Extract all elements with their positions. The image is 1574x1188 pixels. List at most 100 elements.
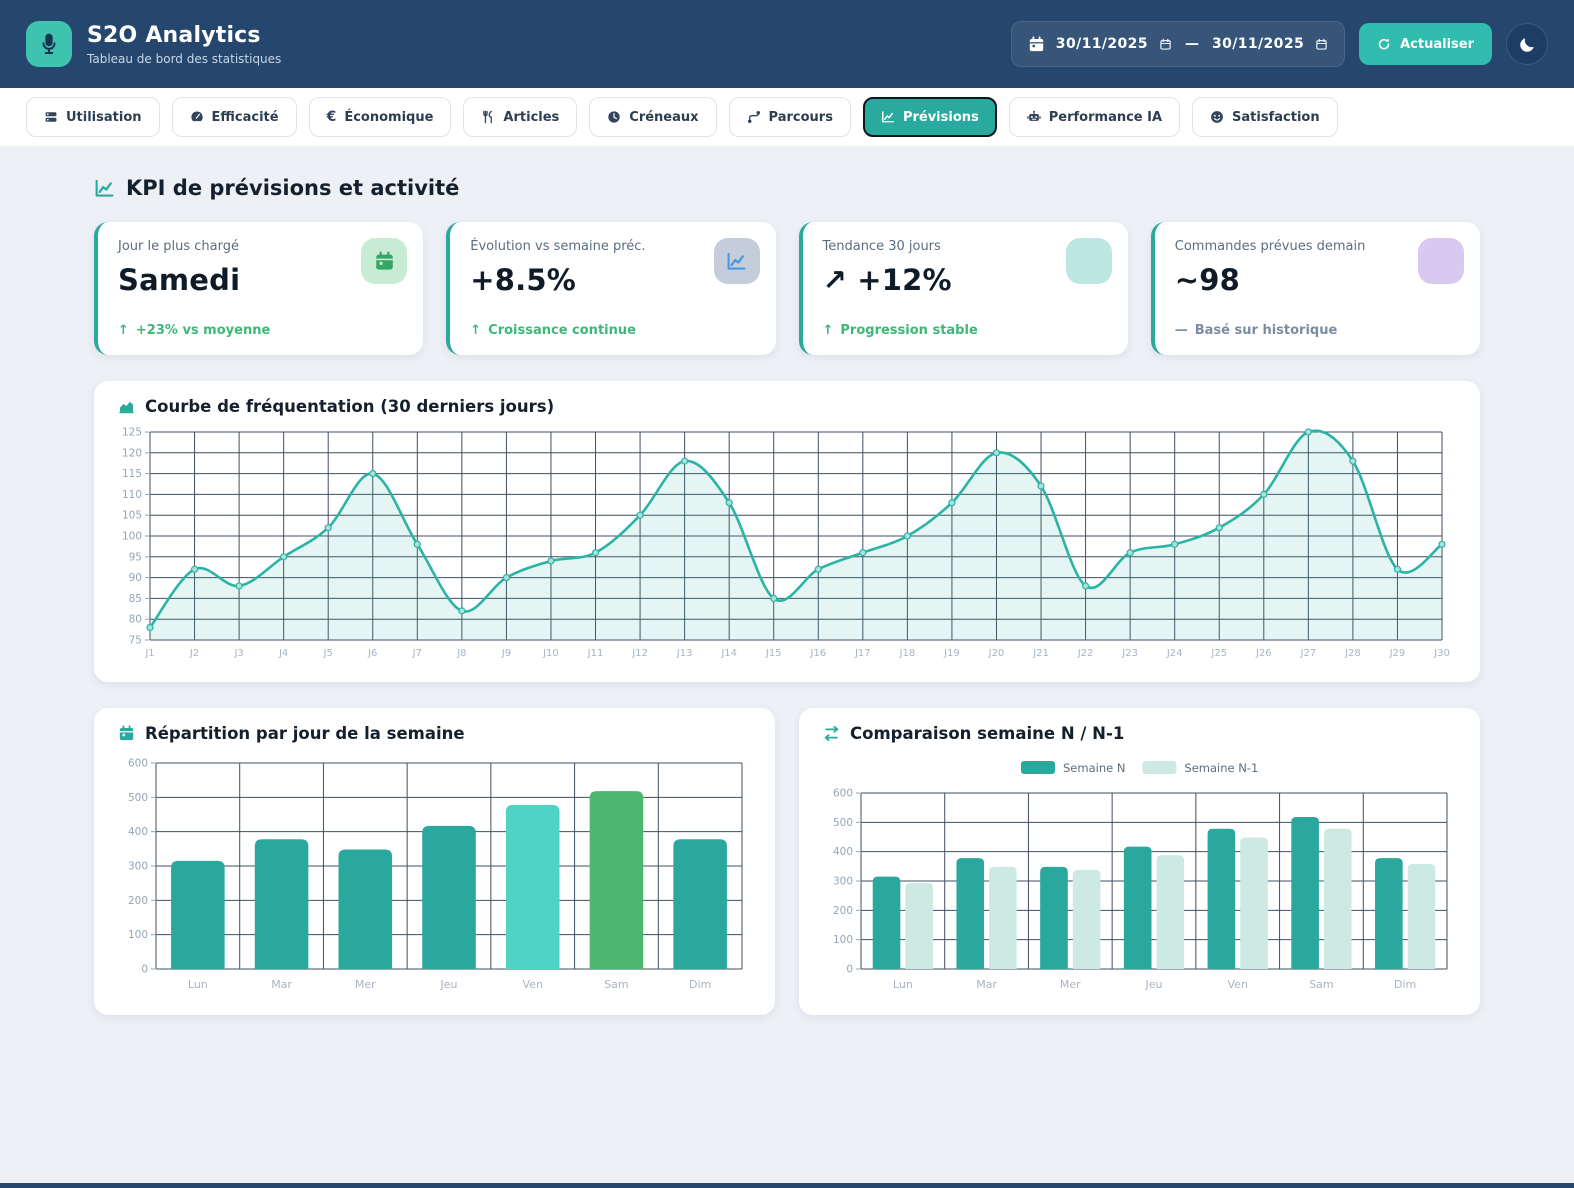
frequentation-line-chart: 75 80 85 90 95 100 105 110 115 120 125 J1 J2 J3 J4 J5 J6… [122, 427, 1450, 660]
svg-text:Ven: Ven [1228, 978, 1248, 991]
svg-text:300: 300 [128, 861, 148, 873]
tab-utilisation[interactable]: Utilisation [26, 97, 160, 137]
date-from-input[interactable]: 30/11/2025 [1056, 36, 1148, 52]
tab-cr-neaux[interactable]: Créneaux [589, 97, 717, 137]
svg-text:J6: J6 [367, 648, 377, 659]
svg-text:0: 0 [846, 964, 853, 976]
stack-icon [44, 110, 58, 124]
chart-title: Comparaison semaine N / N-1 [850, 724, 1125, 743]
arrow-up-icon: ↑ [822, 323, 834, 338]
week-comparison-chart-card: Comparaison semaine N / N-1 Semaine N Sem… [799, 708, 1480, 1015]
svg-text:100: 100 [128, 929, 148, 941]
svg-text:J21: J21 [1032, 648, 1049, 659]
svg-text:120: 120 [122, 447, 142, 459]
dark-mode-toggle[interactable] [1506, 23, 1548, 65]
tab-label: Satisfaction [1232, 109, 1320, 125]
refresh-button-label: Actualiser [1400, 36, 1474, 52]
svg-text:200: 200 [833, 905, 853, 917]
svg-text:Dim: Dim [1394, 978, 1416, 991]
svg-text:100: 100 [122, 531, 142, 543]
frequentation-chart-card: Courbe de fréquentation (30 derniers jou… [94, 381, 1480, 682]
chart-card-header: Comparaison semaine N / N-1 [823, 724, 1456, 743]
tab-articles[interactable]: Articles [463, 97, 578, 137]
gauge-icon [190, 110, 204, 124]
svg-text:Jeu: Jeu [440, 978, 458, 991]
kpi-card: Commandes prévues demain ~98— Basé sur his… [1150, 222, 1480, 355]
svg-text:J14: J14 [720, 648, 737, 659]
kpi-card: Évolution vs semaine préc. +8.5% ↑ Croissan… [446, 222, 776, 355]
microphone-icon [37, 32, 61, 56]
tab-bar: Utilisation Efficacité € Économique Articles… [0, 88, 1574, 146]
svg-text:600: 600 [128, 758, 148, 770]
kpi-label: Tendance 30 jours [822, 239, 941, 254]
weekday-chart-card: Répartition par jour de la semaine 0 100 2… [94, 708, 775, 1015]
kpi-trend-text: +23% vs moyenne [135, 323, 271, 338]
tab--conomique[interactable]: € Économique [308, 97, 452, 137]
calendar-picker-icon[interactable] [1159, 38, 1172, 51]
chart-title: Courbe de fréquentation (30 derniers jou… [145, 397, 555, 416]
svg-text:Jeu: Jeu [1145, 978, 1163, 991]
bottom-bar [0, 1183, 1574, 1188]
week-comparison-bar-chart: Semaine N Semaine N-1 0 100 200 300 400 500 600 L… [833, 761, 1448, 991]
robot-icon [1027, 110, 1041, 124]
svg-text:500: 500 [833, 817, 853, 829]
svg-text:J30: J30 [1433, 648, 1450, 659]
kpi-card: Tendance 30 jours ↗ +12% ↑ Progression stab… [798, 222, 1128, 355]
weekday-bar-chart: 0 100 200 300 400 500 600 Lun Mar Mer Jeu Ven Sam Dim [128, 758, 743, 991]
svg-text:J24: J24 [1166, 648, 1183, 659]
calendar-icon [374, 250, 395, 272]
header-actions: 30/11/2025 — 30/11/2025 Actualiser [1010, 21, 1548, 67]
main-content: KPI de prévisions et activité Jour le pl… [0, 176, 1574, 1015]
calendar-badge-icon [361, 238, 408, 284]
svg-text:200: 200 [128, 895, 148, 907]
svg-text:95: 95 [129, 551, 142, 563]
calendar-icon [1028, 35, 1045, 53]
tab-efficacit-[interactable]: Efficacité [171, 97, 297, 137]
chart-card-header: Répartition par jour de la semaine [118, 724, 751, 743]
svg-text:J13: J13 [676, 648, 693, 659]
kpi-trend: — Basé sur historique [1175, 323, 1460, 338]
svg-text:J28: J28 [1344, 648, 1361, 659]
svg-text:Semaine N-1: Semaine N-1 [1184, 761, 1258, 775]
bar-charts-row: Répartition par jour de la semaine 0 100 2… [94, 708, 1480, 1015]
kpi-trend: ↑ Croissance continue [470, 323, 755, 338]
svg-text:Dim: Dim [689, 978, 711, 991]
svg-text:J8: J8 [456, 648, 466, 659]
svg-text:Ven: Ven [523, 978, 543, 991]
svg-text:J5: J5 [323, 648, 333, 659]
svg-text:85: 85 [129, 593, 142, 605]
tab-label: Utilisation [66, 109, 142, 125]
refresh-button[interactable]: Actualiser [1359, 23, 1492, 65]
arrow-up-icon: ↑ [470, 323, 482, 338]
smiley-icon [1210, 110, 1224, 124]
tab-pr-visions[interactable]: Prévisions [862, 97, 997, 137]
svg-text:110: 110 [122, 489, 142, 501]
dashboard-page: S2O Analytics Tableau de bord des statis… [0, 0, 1574, 1188]
tab-satisfaction[interactable]: Satisfaction [1192, 97, 1338, 137]
svg-text:Mer: Mer [355, 978, 376, 991]
svg-text:J3: J3 [233, 648, 243, 659]
svg-text:J2: J2 [189, 648, 199, 659]
svg-text:J4: J4 [278, 648, 288, 659]
date-range-picker: 30/11/2025 — 30/11/2025 [1010, 21, 1346, 67]
svg-text:0: 0 [141, 964, 148, 976]
date-to-input[interactable]: 30/11/2025 [1212, 36, 1304, 52]
kpi-badge [1418, 238, 1464, 284]
kpi-section-header: KPI de prévisions et activité [94, 176, 1480, 200]
svg-text:J27: J27 [1300, 648, 1317, 659]
kpi-label: Évolution vs semaine préc. [470, 239, 646, 254]
refresh-icon [1377, 37, 1391, 51]
swap-arrows-icon [823, 725, 840, 742]
svg-text:125: 125 [122, 427, 142, 439]
utensils-icon [481, 110, 495, 124]
kpi-trend-text: Basé sur historique [1194, 323, 1338, 338]
app-heading: S2O Analytics Tableau de bord des statis… [87, 23, 281, 66]
calendar-picker-icon[interactable] [1315, 38, 1328, 51]
chart-line-icon [881, 110, 895, 124]
tab-label: Prévisions [902, 109, 979, 125]
euro-icon: € [326, 109, 337, 125]
tab-performance-ia[interactable]: Performance IA [1008, 97, 1181, 137]
tab-label: Économique [344, 109, 434, 125]
tab-parcours[interactable]: Parcours [728, 97, 851, 137]
svg-text:J22: J22 [1077, 648, 1094, 659]
